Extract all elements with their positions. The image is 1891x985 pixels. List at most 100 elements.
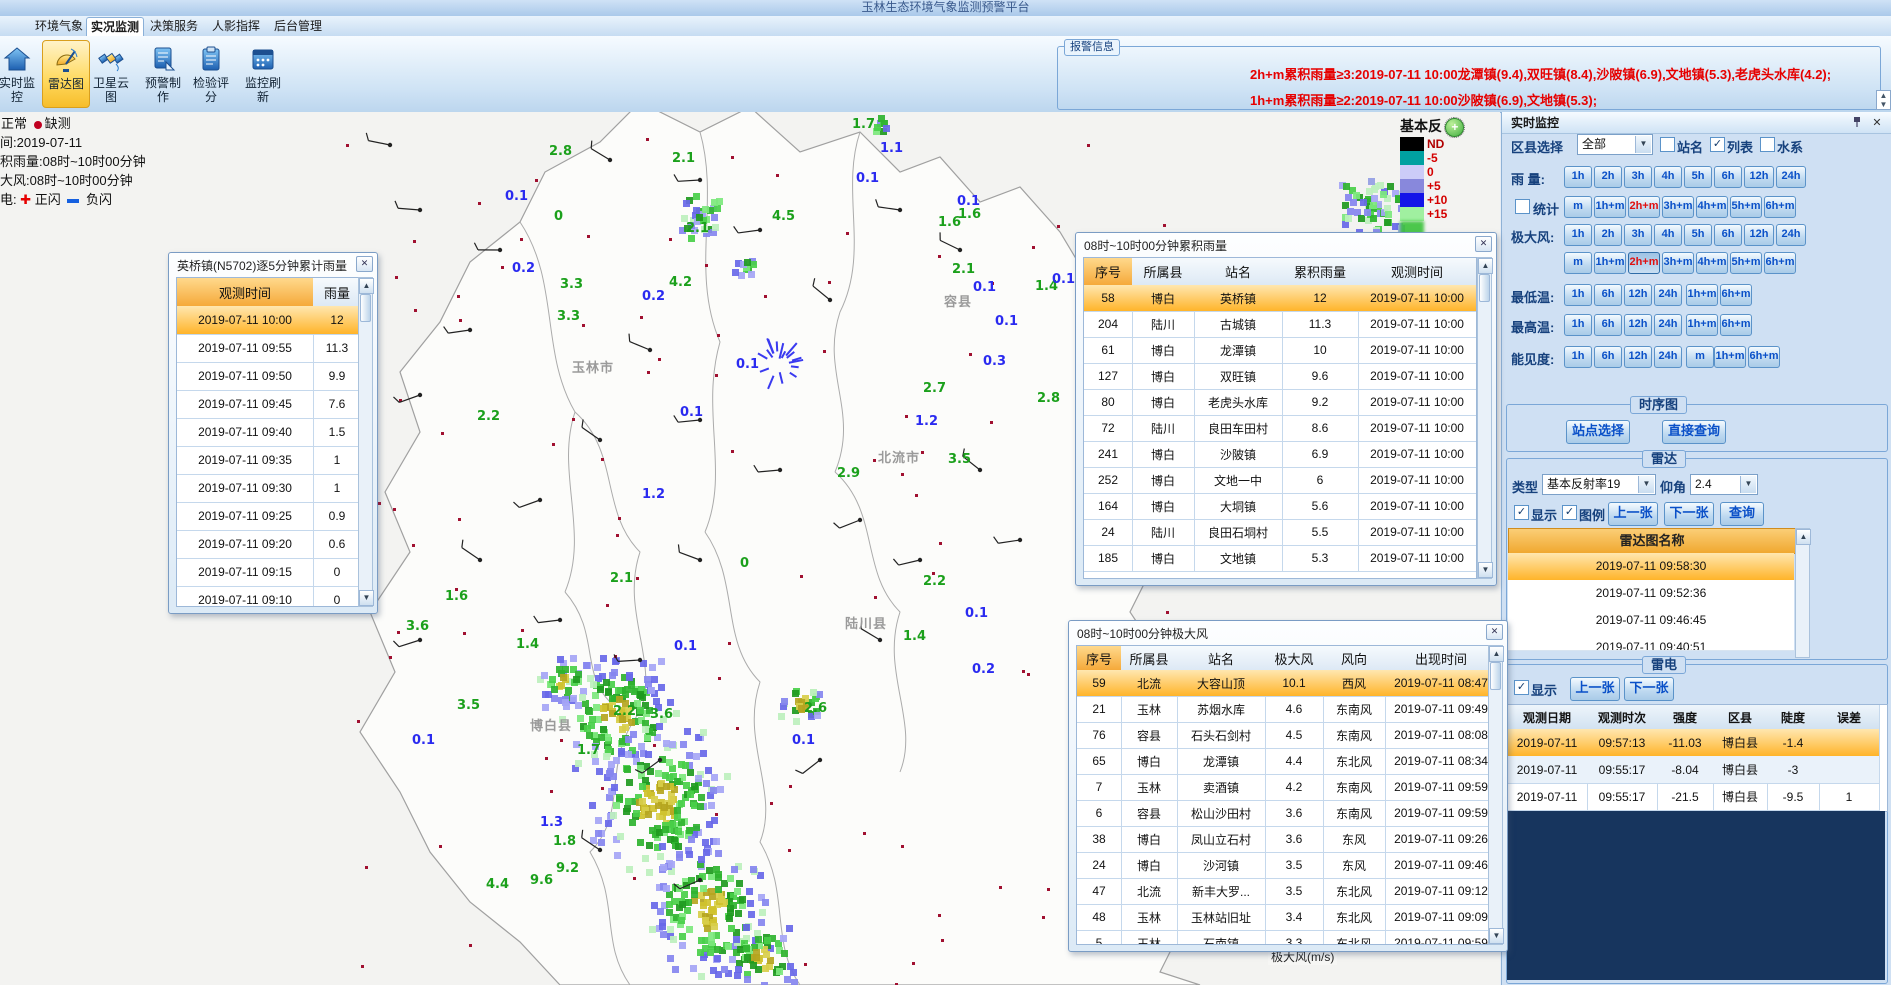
station-rain-popup-row[interactable]: 2019-07-11 09:100 [177, 586, 361, 607]
interval-button-1h+m[interactable]: 1h+m [1686, 284, 1718, 306]
interval-button-5h+m[interactable]: 5h+m [1730, 196, 1762, 218]
interval-button-2h[interactable]: 2h [1594, 166, 1622, 188]
wind-max-popup-row[interactable]: 76容县石头石剑村4.5东南风2019-07-11 08:08 [1077, 722, 1497, 748]
wind-max-popup-close-icon[interactable]: ✕ [1486, 624, 1503, 640]
radar-scroll-up-icon[interactable]: ▲ [1796, 529, 1811, 545]
district-站名-checkbox[interactable] [1660, 137, 1675, 152]
next-image-button[interactable]: 下一张 [1664, 502, 1714, 526]
interval-button-6h+m[interactable]: 6h+m [1748, 346, 1780, 368]
interval-button-24h[interactable]: 24h [1654, 284, 1682, 306]
lightning-next-button[interactable]: 下一张 [1624, 677, 1674, 701]
lightning-prev-button[interactable]: 上一张 [1570, 677, 1620, 701]
pin-icon[interactable] [1850, 116, 1864, 130]
station-rain-popup-row[interactable]: 2019-07-11 09:150 [177, 558, 361, 586]
lightning-row[interactable]: 2019-07-1109:57:13-11.03博白县-1.4 [1507, 729, 1887, 756]
interval-button-m[interactable]: m [1686, 346, 1714, 368]
rain-accum-popup-row[interactable]: 80博白老虎头水库9.22019-07-11 10:00 [1084, 389, 1476, 415]
interval-button-1h[interactable]: 1h [1564, 284, 1592, 306]
interval-button-6h[interactable]: 6h [1594, 314, 1622, 336]
station-select-button[interactable]: 站点选择 [1566, 420, 1630, 444]
station-rain-popup-row[interactable]: 2019-07-11 09:457.6 [177, 390, 361, 418]
rain-accum-popup-scrollbar[interactable]: ▲▼ [1477, 257, 1492, 579]
rain-accum-popup-row[interactable]: 61博白龙潭镇102019-07-11 10:00 [1084, 337, 1476, 363]
district-水系-checkbox[interactable] [1760, 137, 1775, 152]
stat-checkbox[interactable] [1515, 199, 1530, 214]
interval-button-12h[interactable]: 12h [1624, 314, 1652, 336]
interval-button-m[interactable]: m [1564, 252, 1592, 274]
interval-button-12h[interactable]: 12h [1624, 284, 1652, 306]
chevron-down-icon[interactable]: ▼ [1638, 476, 1654, 493]
interval-button-1h+m[interactable]: 1h+m [1714, 346, 1746, 368]
wind-max-popup-row[interactable]: 59北流大容山顶10.1西风2019-07-11 08:47 [1077, 670, 1497, 696]
interval-button-24h[interactable]: 24h [1654, 346, 1682, 368]
rain-accum-popup-close-icon[interactable]: ✕ [1475, 236, 1492, 252]
menu-tab-5[interactable]: 后台管理 [272, 17, 324, 35]
colorbar-expand-button[interactable]: + [1445, 118, 1464, 137]
toolbar-home-button[interactable]: 实时监控 [0, 40, 40, 106]
interval-button-1h[interactable]: 1h [1564, 314, 1592, 336]
scroll-thumb[interactable] [1490, 662, 1501, 690]
wind-max-popup-row[interactable]: 38博白凤山立石村3.6东风2019-07-11 09:26 [1077, 826, 1497, 852]
toolbar-radar-button[interactable]: 雷达图 [42, 40, 90, 108]
scroll-thumb[interactable] [1479, 274, 1490, 302]
prev-image-button[interactable]: 上一张 [1608, 502, 1658, 526]
interval-button-5h[interactable]: 5h [1684, 166, 1712, 188]
interval-button-4h+m[interactable]: 4h+m [1696, 252, 1728, 274]
rain-accum-popup-scroll-up-icon[interactable]: ▲ [1478, 258, 1493, 274]
menu-tab-4[interactable]: 人影指挥 [210, 17, 262, 35]
interval-button-6h+m[interactable]: 6h+m [1764, 252, 1796, 274]
interval-button-6h[interactable]: 6h [1594, 284, 1622, 306]
station-rain-popup-row[interactable]: 2019-07-11 09:301 [177, 474, 361, 502]
rain-accum-popup-row[interactable]: 185博白文地镇5.32019-07-11 10:00 [1084, 545, 1476, 571]
interval-button-12h[interactable]: 12h [1744, 166, 1774, 188]
station-rain-popup-row[interactable]: 2019-07-11 10:0012 [177, 306, 361, 334]
wind-max-popup-scrollbar[interactable]: ▲▼ [1488, 645, 1503, 945]
lightning-row[interactable]: 2019-07-1109:55:17-21.5博白县-9.51 [1507, 783, 1887, 810]
interval-button-3h+m[interactable]: 3h+m [1662, 252, 1694, 274]
toolbar-warning-doc-button[interactable]: 预警制作 [140, 40, 186, 106]
lightning-show-checkbox[interactable]: ✓ [1514, 680, 1529, 695]
wind-max-popup-scroll-up-icon[interactable]: ▲ [1489, 646, 1504, 662]
interval-button-24h[interactable]: 24h [1776, 224, 1806, 246]
interval-button-3h[interactable]: 3h [1624, 166, 1652, 188]
radar-image-item[interactable]: 2019-07-11 09:40:51 [1508, 634, 1794, 651]
district-select[interactable]: 全部▼ [1577, 134, 1653, 155]
station-rain-popup-close-icon[interactable]: ✕ [356, 256, 373, 272]
interval-button-1h[interactable]: 1h [1564, 166, 1592, 188]
wind-max-popup-row[interactable]: 5玉林石南镇3.3东北风2019-07-11 09:59 [1077, 930, 1497, 945]
radar-image-item[interactable]: 2019-07-11 09:58:30 [1508, 553, 1794, 581]
interval-button-1h[interactable]: 1h [1564, 224, 1592, 246]
wind-max-popup-row[interactable]: 24博白沙河镇3.5东风2019-07-11 09:46 [1077, 852, 1497, 878]
menu-tab-2[interactable]: 实况监测 [86, 17, 144, 36]
station-rain-popup-row[interactable]: 2019-07-11 09:401.5 [177, 418, 361, 446]
rain-accum-popup-row[interactable]: 204陆川古城镇11.32019-07-11 10:00 [1084, 311, 1476, 337]
scroll-thumb[interactable] [360, 294, 371, 322]
rain-accum-popup-row[interactable]: 241博白沙陂镇6.92019-07-11 10:00 [1084, 441, 1476, 467]
interval-button-1h+m[interactable]: 1h+m [1594, 252, 1626, 274]
interval-button-6h[interactable]: 6h [1714, 166, 1742, 188]
station-rain-popup-scrollbar[interactable]: ▲▼ [358, 277, 373, 607]
panel-close-icon[interactable]: ✕ [1870, 116, 1884, 130]
interval-button-1h+m[interactable]: 1h+m [1686, 314, 1718, 336]
station-rain-popup-row[interactable]: 2019-07-11 09:5511.3 [177, 334, 361, 362]
toolbar-clipboard-button[interactable]: 检验评分 [188, 40, 234, 106]
interval-button-2h+m[interactable]: 2h+m [1628, 196, 1660, 218]
station-rain-popup-row[interactable]: 2019-07-11 09:509.9 [177, 362, 361, 390]
interval-button-1h+m[interactable]: 1h+m [1594, 196, 1626, 218]
interval-button-6h[interactable]: 6h [1714, 224, 1742, 246]
interval-button-2h+m[interactable]: 2h+m [1628, 252, 1660, 274]
radar-image-item[interactable]: 2019-07-11 09:52:36 [1508, 580, 1794, 608]
interval-button-6h[interactable]: 6h [1594, 346, 1622, 368]
rain-accum-popup-row[interactable]: 58博白英桥镇122019-07-11 10:00 [1084, 285, 1476, 311]
interval-button-6h+m[interactable]: 6h+m [1764, 196, 1796, 218]
interval-button-24h[interactable]: 24h [1654, 314, 1682, 336]
station-rain-popup-scroll-up-icon[interactable]: ▲ [359, 278, 374, 294]
interval-button-5h+m[interactable]: 5h+m [1730, 252, 1762, 274]
chevron-down-icon[interactable]: ▼ [1740, 476, 1756, 493]
rain-accum-popup-row[interactable]: 164博白大垌镇5.62019-07-11 10:00 [1084, 493, 1476, 519]
interval-button-1h[interactable]: 1h [1564, 346, 1592, 368]
interval-button-24h[interactable]: 24h [1776, 166, 1806, 188]
interval-button-4h[interactable]: 4h [1654, 166, 1682, 188]
station-rain-popup-row[interactable]: 2019-07-11 09:250.9 [177, 502, 361, 530]
interval-button-m[interactable]: m [1564, 196, 1592, 218]
